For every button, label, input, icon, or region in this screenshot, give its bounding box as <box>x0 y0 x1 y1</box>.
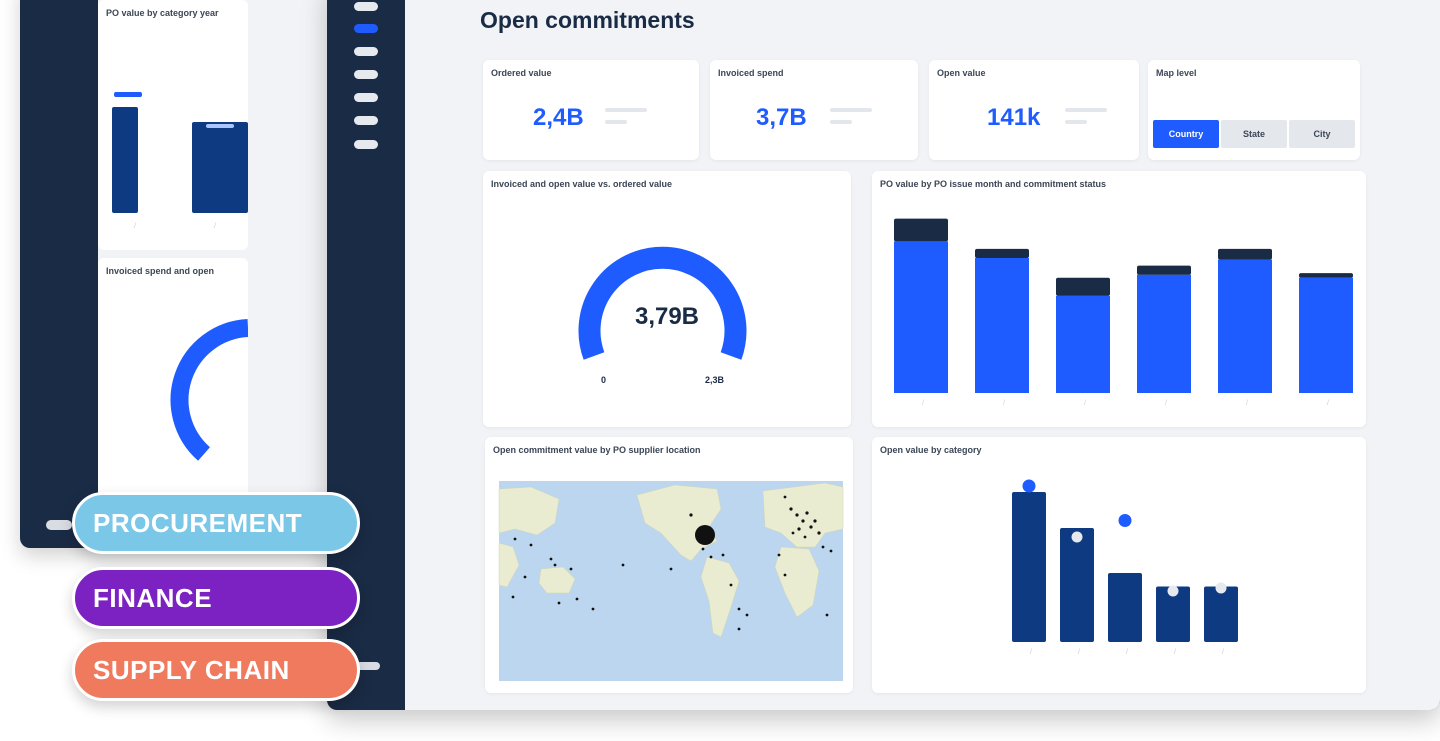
category-chart-card: Open value by category / / / / / <box>872 437 1366 693</box>
back-bar-chart: / / <box>112 92 248 230</box>
sidebar-item[interactable] <box>354 2 378 11</box>
kpi-placeholder-line <box>830 120 852 124</box>
map-marker-large <box>695 525 715 545</box>
back-card-title: PO value by category year <box>106 8 219 18</box>
sidebar-item[interactable] <box>354 47 378 56</box>
kpi-placeholder-line <box>605 108 647 112</box>
sidebar-item[interactable] <box>354 70 378 79</box>
category-marker <box>1167 585 1179 597</box>
kpi-value: 2,4B <box>533 104 584 131</box>
back-bar <box>112 107 138 213</box>
bar-committed <box>975 258 1029 393</box>
kpi-label: Open value <box>937 68 986 78</box>
kpi-card-invoiced-spend: Invoiced spend 3,7B <box>710 60 918 160</box>
x-tick-label: / <box>922 400 924 407</box>
svg-text:/: / <box>134 223 136 230</box>
bar-committed <box>1218 259 1272 393</box>
back-bar <box>192 122 248 213</box>
x-tick-label: / <box>1327 400 1329 407</box>
map-level-state-button[interactable]: State <box>1221 120 1287 148</box>
map-level-segmented-control: Country State City <box>1153 120 1357 148</box>
kpi-label: Invoiced spend <box>718 68 784 78</box>
category-bar <box>1108 573 1142 642</box>
x-tick-label: / <box>1126 649 1128 656</box>
bar-open <box>975 248 1029 259</box>
category-marker <box>1118 514 1132 527</box>
map-level-label: Map level <box>1156 68 1197 78</box>
kpi-value: 141k <box>987 104 1041 131</box>
back-card-title: Invoiced spend and open <box>106 266 215 276</box>
x-tick-label: / <box>1246 400 1248 407</box>
back-bar-marker <box>206 124 234 128</box>
back-gauge-arc <box>170 319 249 461</box>
kpi-placeholder-line <box>830 108 872 112</box>
category-bar <box>1060 528 1094 642</box>
x-tick-label: / <box>1222 649 1224 656</box>
kpi-value: 3,7B <box>756 104 807 131</box>
gauge-chart <box>578 246 747 360</box>
bar-committed <box>1056 295 1110 393</box>
monthly-bar-chart: / / / / / / <box>894 218 1353 407</box>
bar-open <box>1056 277 1110 296</box>
tag-supply-chain[interactable]: SUPPLY CHAIN <box>72 639 360 701</box>
bar-open <box>894 218 948 242</box>
gauge-max-label: 2,3B <box>705 375 725 385</box>
bar-committed <box>1299 277 1353 393</box>
page-title: Open commitments <box>480 7 695 33</box>
map-level-card: Map level Country State City <box>1148 60 1360 160</box>
kpi-card-open-value: Open value 141k <box>929 60 1139 160</box>
bar-committed <box>894 241 948 393</box>
sidebar-item[interactable] <box>354 140 378 149</box>
map-level-country-button[interactable]: Country <box>1153 120 1219 148</box>
sidebar-item[interactable] <box>354 116 378 125</box>
monthly-chart-card: PO value by PO issue month and commitmen… <box>872 171 1366 427</box>
back-bar-marker <box>114 92 142 97</box>
x-tick-label: / <box>1084 400 1086 407</box>
drag-handle <box>46 520 72 530</box>
tag-procurement[interactable]: PROCUREMENT <box>72 492 360 554</box>
category-bar-chart: / / / / / <box>1012 479 1238 656</box>
x-tick-label: / <box>1030 649 1032 656</box>
kpi-placeholder-line <box>1065 108 1107 112</box>
kpi-label: Ordered value <box>491 68 552 78</box>
category-marker <box>1215 582 1227 594</box>
bar-open <box>1137 265 1191 275</box>
kpi-placeholder-line <box>605 120 627 124</box>
bar-open <box>1218 248 1272 260</box>
gauge-value: 3,79B <box>634 303 700 330</box>
bar-open <box>1299 273 1353 278</box>
category-marker <box>1022 479 1036 493</box>
world-map[interactable] <box>485 437 853 693</box>
map-level-city-button[interactable]: City <box>1289 120 1355 148</box>
bar-committed <box>1137 274 1191 393</box>
category-marker <box>1071 531 1083 543</box>
gauge-card: Invoiced and open value vs. ordered valu… <box>483 171 851 427</box>
kpi-placeholder-line <box>1065 120 1087 124</box>
tag-finance[interactable]: FINANCE <box>72 567 360 629</box>
x-tick-label: / <box>1003 400 1005 407</box>
svg-text:/: / <box>214 223 216 230</box>
map-card: Open commitment value by PO supplier loc… <box>485 437 853 693</box>
x-tick-label: / <box>1078 649 1080 656</box>
sidebar-item-active[interactable] <box>354 24 378 33</box>
x-tick-label: / <box>1174 649 1176 656</box>
stage: PO value by category year / / Invoiced s… <box>0 0 1440 741</box>
kpi-card-ordered-value: Ordered value 2,4B <box>483 60 699 160</box>
main-app-window: Open commitments Ordered value 2,4B Invo… <box>327 0 1440 710</box>
sidebar-item[interactable] <box>354 93 378 102</box>
dashboard-content: Open commitments Ordered value 2,4B Invo… <box>405 0 1440 710</box>
gauge-min-label: 0 <box>601 375 607 385</box>
x-tick-label: / <box>1165 400 1167 407</box>
category-bar <box>1204 586 1238 642</box>
category-bar <box>1012 492 1046 642</box>
back-category-year-card: PO value by category year / / <box>98 0 248 250</box>
